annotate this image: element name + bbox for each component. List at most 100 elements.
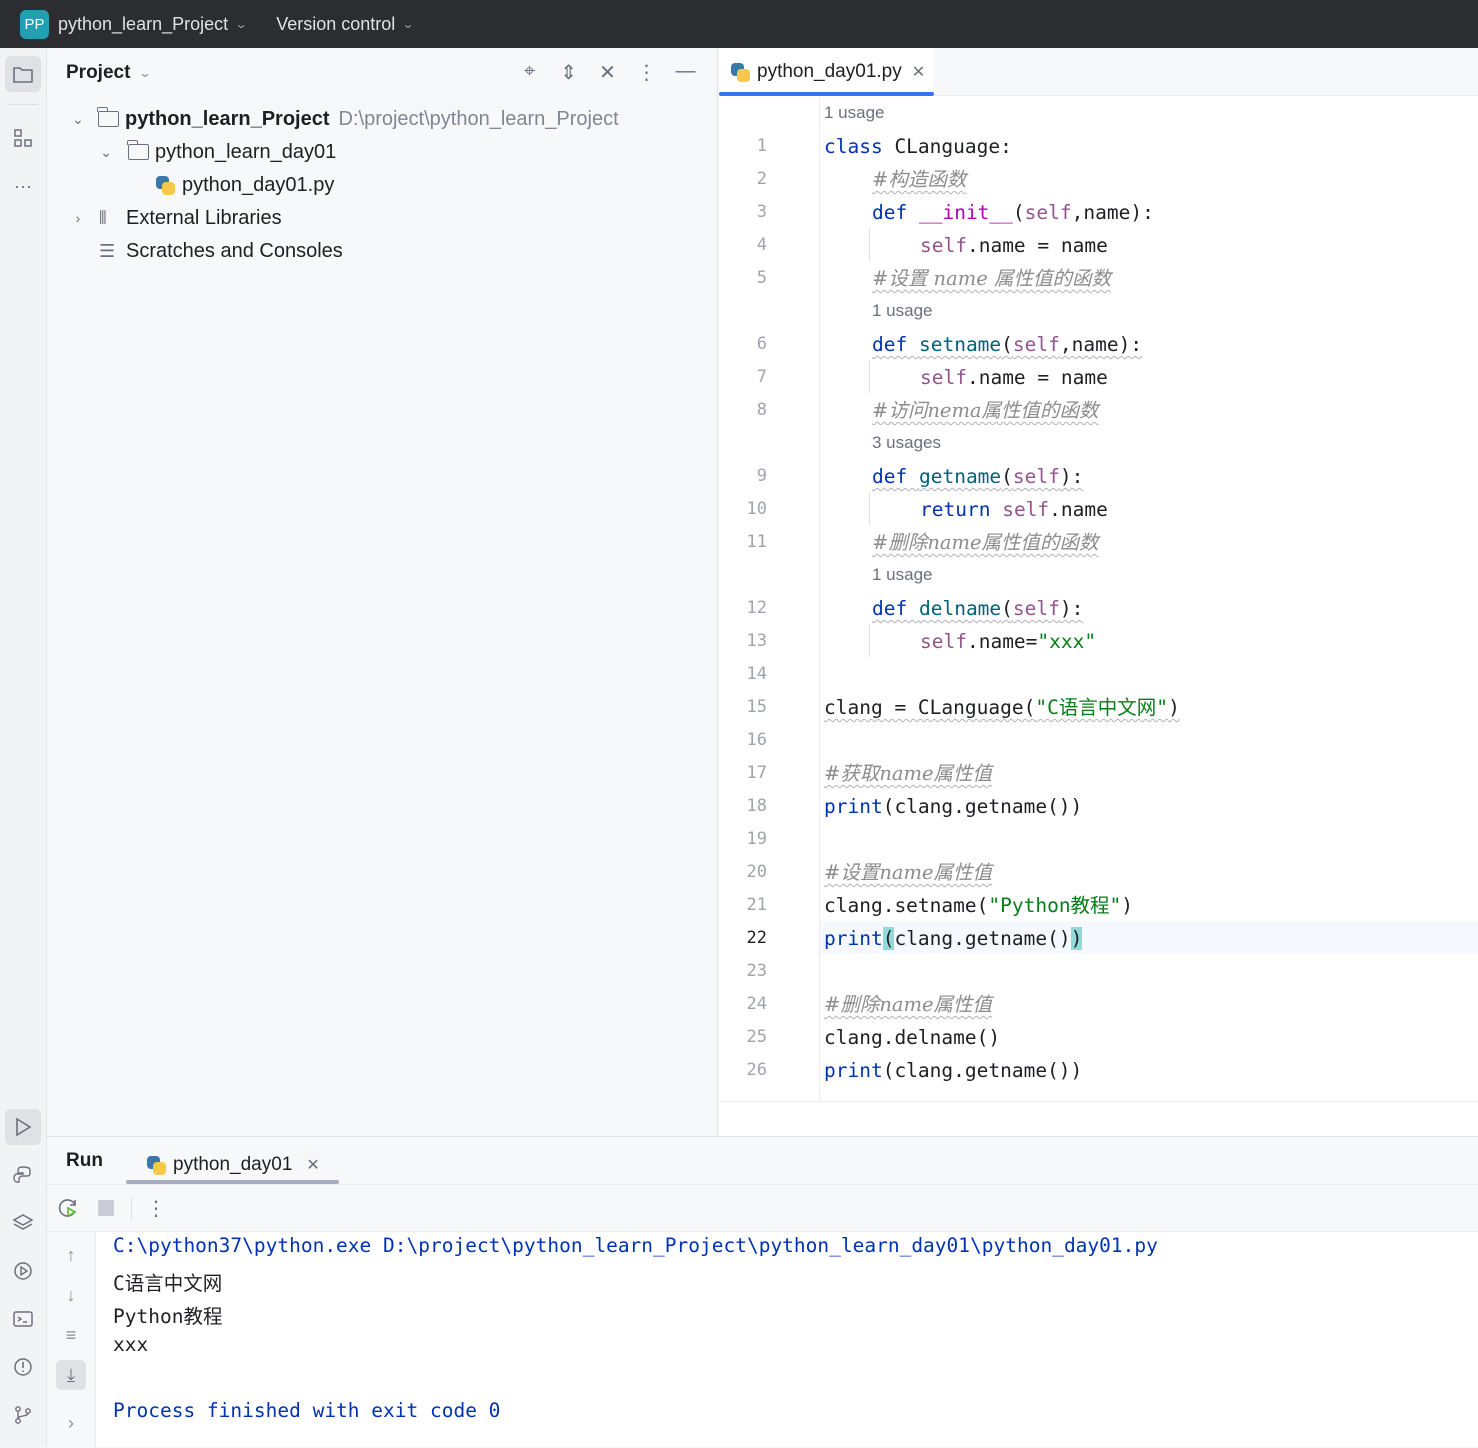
version-control-menu[interactable]: Version control ⌄ bbox=[276, 14, 415, 35]
services-tool-button[interactable] bbox=[5, 1253, 41, 1289]
line-number[interactable]: 3 bbox=[719, 202, 767, 222]
code-line-1[interactable]: class CLanguage: bbox=[824, 130, 1012, 163]
code-line-18[interactable]: print(clang.getname()) bbox=[824, 790, 1082, 823]
rerun-button[interactable] bbox=[55, 1195, 81, 1221]
code-line-22[interactable]: print(clang.getname()) bbox=[824, 922, 1083, 955]
scroll-up-button[interactable]: ↑ bbox=[56, 1240, 86, 1270]
project-tool-button[interactable] bbox=[5, 56, 41, 92]
project-switcher[interactable]: python_learn_Project ⌄ bbox=[58, 13, 248, 35]
code-line-15[interactable]: clang = CLanguage("C语言中文网") bbox=[824, 691, 1180, 724]
layers-icon bbox=[12, 1214, 34, 1230]
run-tab-python-day01[interactable]: python_day01 ✕ bbox=[143, 1145, 320, 1185]
scroll-to-end-button[interactable]: ⤓ bbox=[56, 1360, 86, 1390]
usage-hint[interactable]: 1 usage bbox=[872, 565, 933, 585]
line-number[interactable]: 26 bbox=[719, 1060, 767, 1080]
soft-wrap-button[interactable]: ≡ bbox=[56, 1320, 86, 1350]
code-line-2[interactable]: #构造函数 bbox=[872, 163, 966, 196]
locate-icon[interactable]: ⌖ bbox=[518, 60, 541, 85]
structure-tool-button[interactable] bbox=[5, 120, 41, 156]
line-number[interactable]: 16 bbox=[719, 730, 767, 750]
code-line-24[interactable]: #删除name属性值 bbox=[824, 988, 992, 1021]
line-number[interactable]: 2 bbox=[719, 169, 767, 189]
run-tool-button[interactable] bbox=[5, 1109, 41, 1145]
line-number[interactable]: 8 bbox=[719, 400, 767, 420]
project-logo[interactable]: PP bbox=[20, 9, 49, 39]
expand-all-icon[interactable]: ⇕ bbox=[557, 60, 580, 85]
line-number[interactable]: 12 bbox=[719, 598, 767, 618]
stop-button[interactable] bbox=[93, 1195, 119, 1221]
code-line-4[interactable]: self.name = name bbox=[920, 229, 1108, 262]
expand-button[interactable]: › bbox=[56, 1408, 86, 1438]
terminal-tool-button[interactable] bbox=[5, 1301, 41, 1337]
line-number[interactable]: 20 bbox=[719, 862, 767, 882]
code-line-7[interactable]: self.name = name bbox=[920, 361, 1108, 394]
scroll-down-button[interactable]: ↓ bbox=[56, 1280, 86, 1310]
problems-icon bbox=[14, 1358, 32, 1376]
line-number[interactable]: 13 bbox=[719, 631, 767, 651]
python-file-icon bbox=[145, 1154, 167, 1176]
arrow-up-icon: ↑ bbox=[66, 1244, 76, 1265]
code-line-8[interactable]: #访问nema属性值的函数 bbox=[872, 394, 1099, 427]
options-icon[interactable]: ⋮ bbox=[635, 60, 658, 85]
chevron-right-icon[interactable]: › bbox=[68, 210, 88, 226]
line-number[interactable]: 11 bbox=[719, 532, 767, 552]
code-line-21[interactable]: clang.setname("Python教程") bbox=[824, 889, 1133, 922]
terminal-icon bbox=[13, 1311, 33, 1327]
line-number[interactable]: 19 bbox=[719, 829, 767, 849]
line-number[interactable]: 4 bbox=[719, 235, 767, 255]
tree-item-root[interactable]: ⌄ python_learn_Project D:\project\python… bbox=[68, 104, 619, 134]
line-number[interactable]: 7 bbox=[719, 367, 767, 387]
python-console-button[interactable] bbox=[5, 1157, 41, 1193]
project-view-selector[interactable]: Project ⌄ bbox=[66, 62, 152, 84]
line-number[interactable]: 18 bbox=[719, 796, 767, 816]
tree-item-scratches[interactable]: ☰ Scratches and Consoles bbox=[68, 236, 343, 266]
line-number[interactable]: 6 bbox=[719, 334, 767, 354]
code-line-11[interactable]: #删除name属性值的函数 bbox=[872, 526, 1099, 559]
git-tool-button[interactable] bbox=[5, 1397, 41, 1433]
tree-item-external-libraries[interactable]: › ⫴ External Libraries bbox=[68, 203, 282, 233]
code-line-10[interactable]: return self.name bbox=[920, 493, 1108, 526]
collapse-all-icon[interactable]: ✕ bbox=[596, 60, 619, 85]
problems-tool-button[interactable] bbox=[5, 1349, 41, 1385]
line-number[interactable]: 10 bbox=[719, 499, 767, 519]
line-number[interactable]: 17 bbox=[719, 763, 767, 783]
line-number[interactable]: 15 bbox=[719, 697, 767, 717]
code-line-17[interactable]: #获取name属性值 bbox=[824, 757, 992, 790]
structure-icon bbox=[14, 129, 32, 147]
code-line-13[interactable]: self.name="xxx" bbox=[920, 625, 1096, 658]
line-number[interactable]: 14 bbox=[719, 664, 767, 684]
chevron-down-icon[interactable]: ⌄ bbox=[96, 144, 116, 161]
line-number[interactable]: 9 bbox=[719, 466, 767, 486]
editor-tab-python-day01[interactable]: python_day01.py ✕ bbox=[719, 48, 934, 96]
code-line-25[interactable]: clang.delname() bbox=[824, 1021, 1000, 1054]
hide-icon[interactable]: — bbox=[674, 60, 697, 85]
tree-item-folder[interactable]: ⌄ python_learn_day01 bbox=[96, 137, 336, 167]
python-file-icon bbox=[729, 61, 751, 83]
close-icon[interactable]: ✕ bbox=[912, 62, 925, 82]
more-options-button[interactable]: ⋮ bbox=[143, 1195, 169, 1221]
code-line-6[interactable]: def setname(self,name): bbox=[872, 328, 1142, 361]
line-number[interactable]: 21 bbox=[719, 895, 767, 915]
code-line-12[interactable]: def delname(self): bbox=[872, 592, 1083, 625]
line-number[interactable]: 1 bbox=[719, 136, 767, 156]
close-icon[interactable]: ✕ bbox=[306, 1155, 319, 1175]
line-number[interactable]: 24 bbox=[719, 994, 767, 1014]
code-line-3[interactable]: def __init__(self,name): bbox=[872, 196, 1154, 229]
usage-hint[interactable]: 1 usage bbox=[824, 103, 885, 123]
code-line-20[interactable]: #设置name属性值 bbox=[824, 856, 992, 889]
code-line-5[interactable]: #设置 name 属性值的函数 bbox=[872, 262, 1111, 295]
services-icon bbox=[14, 1262, 32, 1280]
project-name: python_learn_Project bbox=[58, 13, 229, 34]
line-number[interactable]: 23 bbox=[719, 961, 767, 981]
more-tools-button[interactable]: ··· bbox=[5, 168, 41, 204]
code-line-9[interactable]: def getname(self): bbox=[872, 460, 1083, 493]
tree-item-file[interactable]: python_day01.py bbox=[154, 170, 334, 200]
code-line-26[interactable]: print(clang.getname()) bbox=[824, 1054, 1082, 1087]
line-number[interactable]: 5 bbox=[719, 268, 767, 288]
usage-hint[interactable]: 1 usage bbox=[872, 301, 933, 321]
layers-tool-button[interactable] bbox=[5, 1205, 41, 1241]
line-number[interactable]: 22 bbox=[719, 928, 767, 948]
line-number[interactable]: 25 bbox=[719, 1027, 767, 1047]
chevron-down-icon[interactable]: ⌄ bbox=[68, 111, 88, 128]
usage-hint[interactable]: 3 usages bbox=[872, 433, 941, 453]
